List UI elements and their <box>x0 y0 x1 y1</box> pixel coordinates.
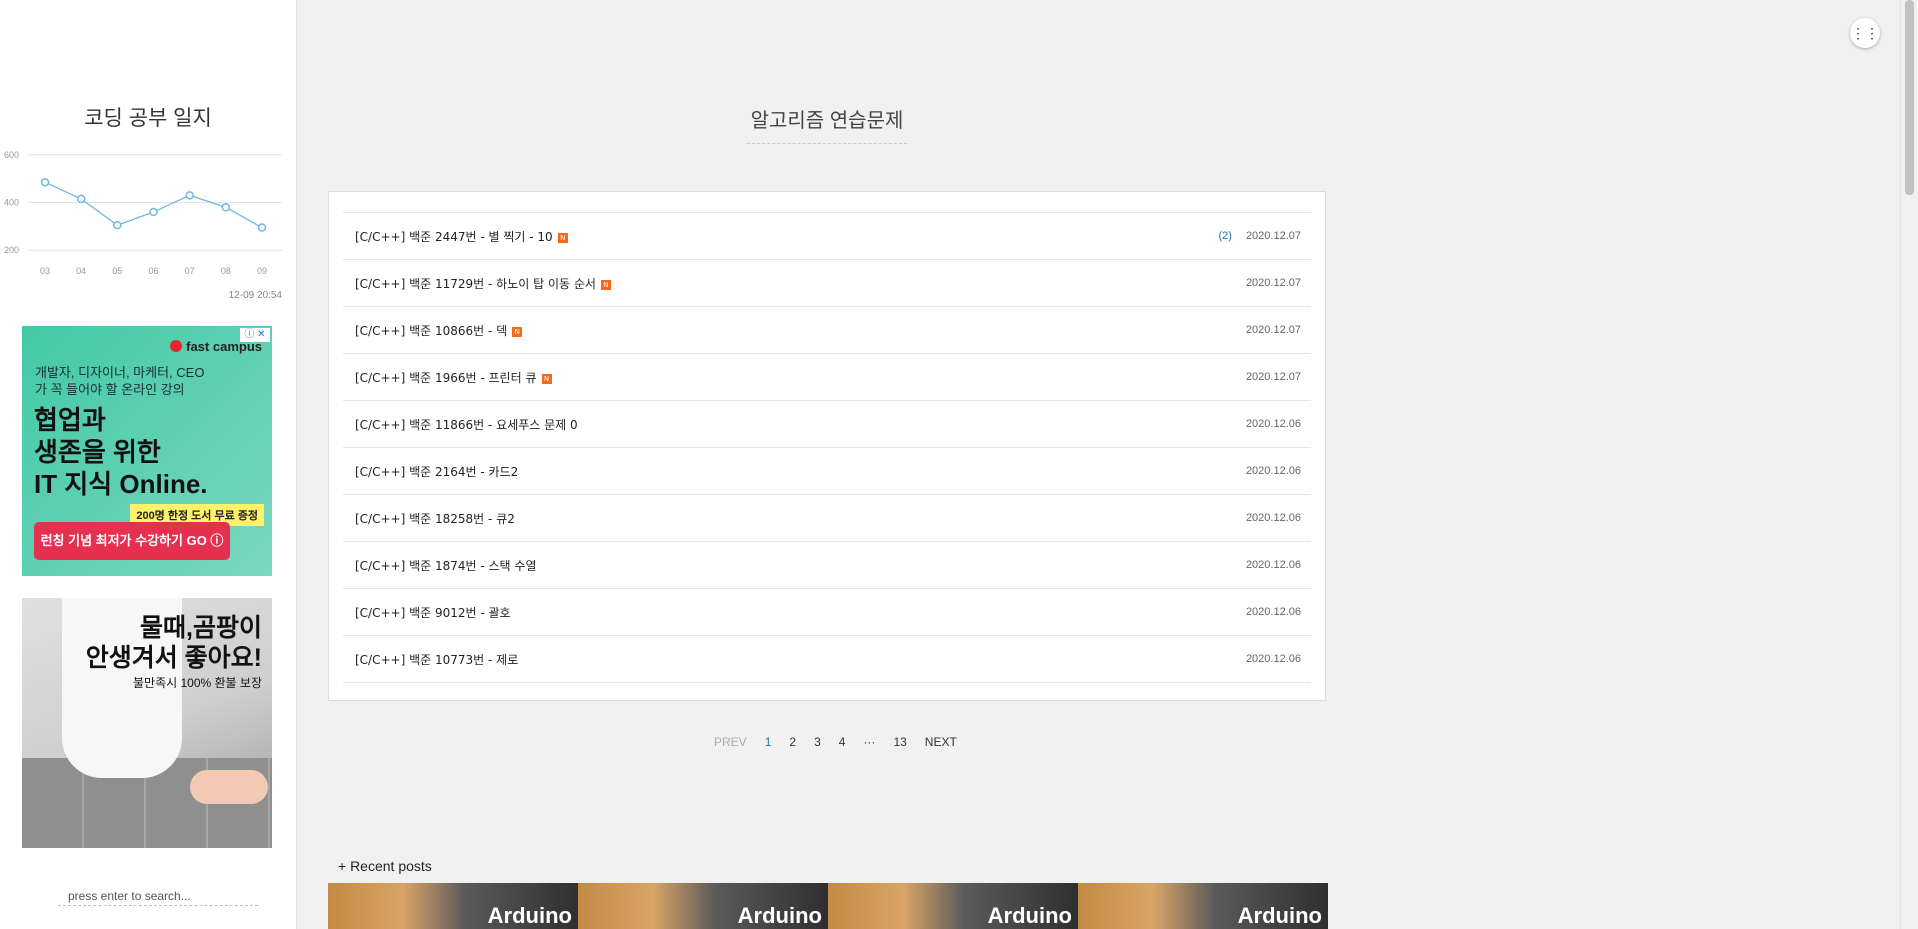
recent-post-thumbnail[interactable]: Arduino <box>328 883 578 929</box>
post-title[interactable]: [C/C++] 백준 11866번 - 요세푸스 문제 0 <box>355 416 1246 433</box>
table-row[interactable]: [C/C++] 백준 1874번 - 스택 수열 2020.12.06 <box>343 542 1311 589</box>
scrollbar-thumb[interactable] <box>1905 0 1914 195</box>
table-row[interactable]: [C/C++] 백준 11729번 - 하노이 탑 이동 순서 N 2020.12.… <box>343 260 1311 307</box>
x-tick-label: 03 <box>40 266 50 276</box>
page-link-2[interactable]: 2 <box>789 735 796 749</box>
sidebar: 코딩 공부 일지 600 400 200 03 04 05 06 07 08 09 12-09 2… <box>0 0 297 929</box>
new-badge-icon: N <box>541 373 552 384</box>
chart-point[interactable] <box>221 203 231 212</box>
ad-line-2: 안생겨서 좋아요! <box>85 644 262 672</box>
page-ellipsis: ··· <box>863 735 876 749</box>
thumbnail-label: Arduino <box>737 903 822 928</box>
new-badge-icon: N <box>557 232 568 243</box>
chart-point[interactable] <box>257 223 267 232</box>
post-date: 2020.12.07 <box>1245 324 1301 336</box>
post-title[interactable]: [C/C++] 백준 1874번 - 스택 수열 <box>355 557 1246 574</box>
post-date: 2020.12.06 <box>1245 559 1301 571</box>
thumbnail-label: Arduino <box>487 903 572 928</box>
table-row[interactable]: [C/C++] 백준 11866번 - 요세푸스 문제 0 2020.12.06 <box>343 401 1311 448</box>
chart-series-line <box>44 181 263 229</box>
table-row[interactable]: [C/C++] 백준 1966번 - 프린터 큐 N 2020.12.07 <box>343 354 1311 401</box>
comment-count[interactable]: (2) <box>1218 230 1231 242</box>
new-badge-icon: N <box>512 326 523 337</box>
x-tick-label: 05 <box>112 266 122 276</box>
ad-bathroom[interactable]: 물때,곰팡이 안생겨서 좋아요! 불만족시 100% 환불 보장 <box>22 598 272 848</box>
thumbnail-label: Arduino <box>987 903 1072 928</box>
post-title[interactable]: [C/C++] 백준 18258번 - 큐2 <box>355 510 1246 527</box>
table-row[interactable]: [C/C++] 백준 10773번 - 제로 2020.12.06 <box>343 636 1311 683</box>
page-link-4[interactable]: 4 <box>839 735 846 749</box>
recent-posts-thumbnails: Arduino Arduino Arduino Arduino <box>328 883 1328 929</box>
post-title[interactable]: [C/C++] 백준 1966번 - 프린터 큐N <box>355 369 1246 386</box>
next-button[interactable]: NEXT <box>925 735 957 749</box>
x-tick-label: 04 <box>76 266 86 276</box>
table-row[interactable]: [C/C++] 백준 10866번 - 덱 N 2020.12.07 <box>343 307 1311 354</box>
ad-brand: fast campus <box>170 339 262 354</box>
table-row[interactable]: [C/C++] 백준 18258번 - 큐2 2020.12.06 <box>343 495 1311 542</box>
prev-button: PREV <box>714 735 747 749</box>
visitor-chart: 600 400 200 03 04 05 06 07 08 09 <box>4 150 282 276</box>
recent-post-thumbnail[interactable]: Arduino <box>1078 883 1328 929</box>
page-link-3[interactable]: 3 <box>814 735 821 749</box>
chart-point[interactable] <box>76 194 86 204</box>
post-title[interactable]: [C/C++] 백준 10773번 - 제로 <box>355 651 1246 668</box>
category-title: 알고리즘 연습문제 <box>747 104 907 144</box>
post-title[interactable]: [C/C++] 백준 10866번 - 덱N <box>355 322 1246 339</box>
brand-logo-icon <box>170 340 183 352</box>
x-tick-label: 06 <box>148 266 158 276</box>
recent-posts-heading: + Recent posts <box>338 858 432 874</box>
menu-icon[interactable]: ⋮⋮ <box>1850 18 1880 48</box>
y-tick-label: 200 <box>4 245 19 255</box>
post-title[interactable]: [C/C++] 백준 2164번 - 카드2 <box>355 463 1246 480</box>
recent-post-thumbnail[interactable]: Arduino <box>828 883 1078 929</box>
x-tick-label: 09 <box>257 266 267 276</box>
ad-subtitle: 개발자, 디자이너, 마케터, CEO가 꼭 들어야 할 온라인 강의 <box>35 365 205 397</box>
post-date: 2020.12.06 <box>1245 606 1301 618</box>
chart-point[interactable] <box>40 177 50 187</box>
chart-point[interactable] <box>185 191 194 200</box>
table-row[interactable]: [C/C++] 백준 2447번 - 별 찍기 - 10 N (2) 2020.12.… <box>343 213 1311 260</box>
ad-line-3: 불만족시 100% 환불 보장 <box>132 676 262 690</box>
new-badge-icon: N <box>600 279 611 290</box>
table-row[interactable]: [C/C++] 백준 2164번 - 카드2 2020.12.06 <box>343 448 1311 495</box>
chart-point[interactable] <box>149 207 158 217</box>
chart-timestamp: 12-09 20:54 <box>228 290 282 301</box>
ad-cta-button[interactable]: 런칭 기념 최저가 수강하기 GO ⓘ <box>34 522 230 560</box>
ad-fastcampus[interactable]: ⓘ ✕ fast campus 개발자, 디자이너, 마케터, CEO가 꼭 들… <box>22 326 272 576</box>
ad-headline: 협업과 생존을 위한 IT 지식 Online. <box>34 405 208 499</box>
chart-point[interactable] <box>113 220 122 230</box>
main-content: ⋮⋮ 알고리즘 연습문제 [C/C++] 백준 2447번 - 별 찍기 - 1… <box>297 0 1900 929</box>
page-link-1[interactable]: 1 <box>765 735 772 749</box>
post-date: 2020.12.06 <box>1245 418 1301 430</box>
x-tick-label: 08 <box>221 266 231 276</box>
search-input[interactable] <box>58 887 258 906</box>
post-title[interactable]: [C/C++] 백준 11729번 - 하노이 탑 이동 순서 N <box>355 275 1246 292</box>
post-date: 2020.12.07 <box>1245 371 1301 383</box>
post-list: [C/C++] 백준 2447번 - 별 찍기 - 10 N (2) 2020.12.… <box>328 191 1326 701</box>
x-tick-label: 07 <box>185 266 195 276</box>
post-title[interactable]: [C/C++] 백준 9012번 - 괄호 <box>355 604 1246 621</box>
page-scrollbar[interactable] <box>1900 0 1918 929</box>
post-date: 2020.12.07 <box>1245 277 1301 289</box>
post-list-items: [C/C++] 백준 2447번 - 별 찍기 - 10 N (2) 2020.12.… <box>343 212 1311 683</box>
pagination: PREV 1 2 3 4 ··· 13 NEXT <box>705 735 966 749</box>
post-title[interactable]: [C/C++] 백준 2447번 - 별 찍기 - 10 N <box>355 228 1218 245</box>
y-tick-label: 400 <box>4 198 19 208</box>
post-date: 2020.12.07 <box>1245 230 1301 242</box>
post-date: 2020.12.06 <box>1245 512 1301 524</box>
recent-post-thumbnail[interactable]: Arduino <box>578 883 828 929</box>
thumbnail-label: Arduino <box>1237 903 1322 928</box>
post-date: 2020.12.06 <box>1245 465 1301 477</box>
page-link-13[interactable]: 13 <box>893 735 906 749</box>
post-date: 2020.12.06 <box>1245 653 1301 665</box>
table-row[interactable]: [C/C++] 백준 9012번 - 괄호 2020.12.06 <box>343 589 1311 636</box>
blog-title[interactable]: 코딩 공부 일지 <box>0 102 296 132</box>
ad-hand-image <box>190 770 268 804</box>
y-tick-label: 600 <box>4 150 19 160</box>
